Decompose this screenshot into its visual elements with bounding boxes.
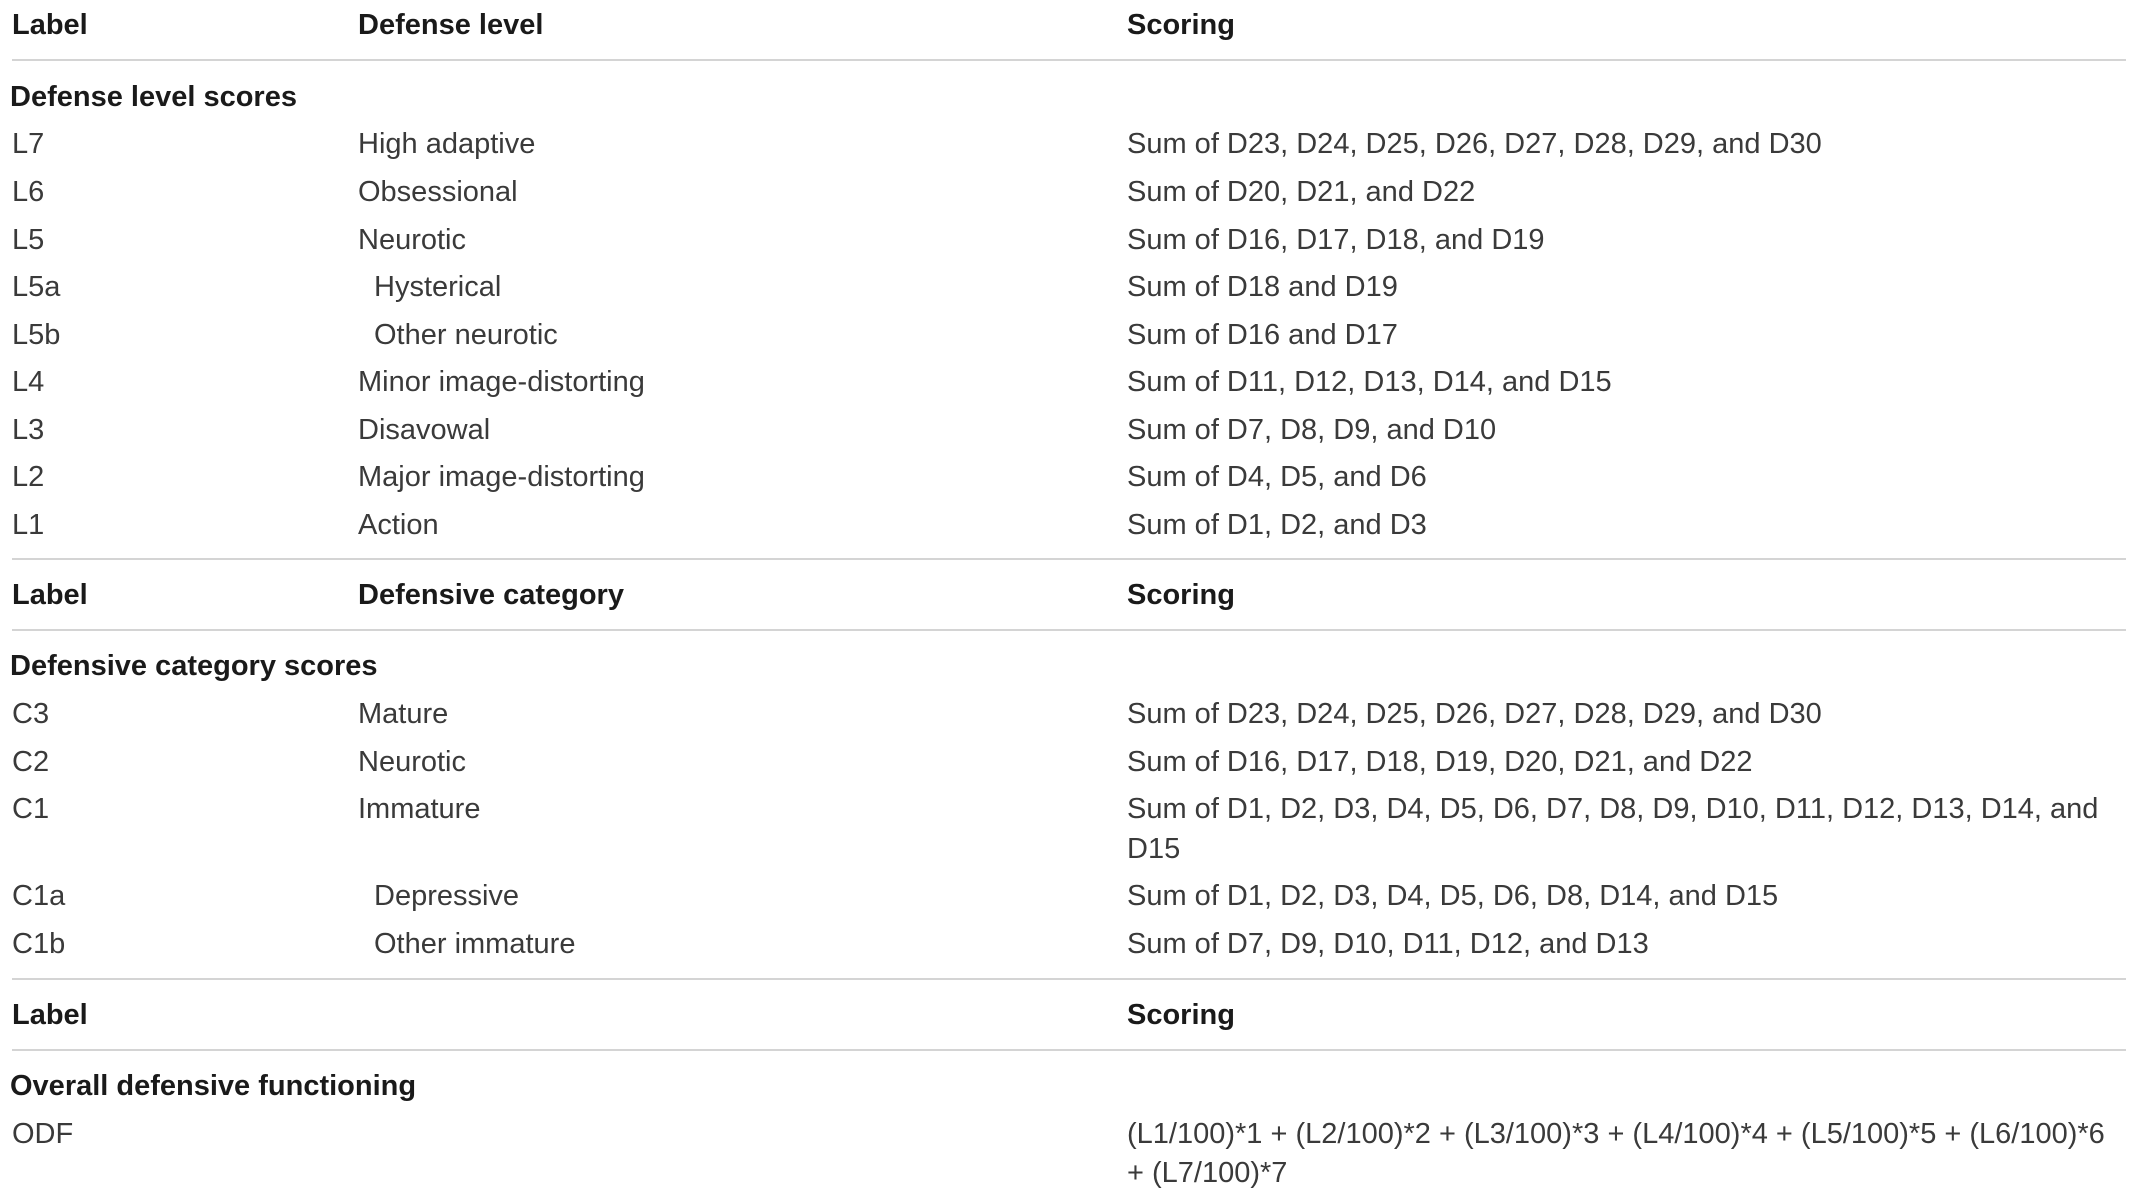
- table1-bottom-rule: [12, 558, 2126, 560]
- row-scoring: Sum of D16, D17, D18, D19, D20, D21, and…: [1127, 746, 1753, 778]
- row-label: L7: [12, 128, 45, 160]
- row-scoring: Sum of D4, D5, and D6: [1127, 461, 1427, 493]
- table2-header-label: Label: [12, 579, 88, 611]
- section-title-overall-defensive-functioning: Overall defensive functioning: [10, 1070, 417, 1102]
- row-scoring: Sum of D1, D2, and D3: [1127, 509, 1427, 541]
- section-title-defensive-category-scores: Defensive category scores: [10, 650, 378, 682]
- table3-header-label: Label: [12, 999, 88, 1031]
- row-scoring-line-1: (L1/100)*1 + (L2/100)*2 + (L3/100)*3 + (…: [1127, 1118, 2105, 1150]
- row-label: L3: [12, 414, 45, 446]
- row-scoring-line-2: D15: [1127, 833, 1181, 865]
- row-scoring: Sum of D11, D12, D13, D14, and D15: [1127, 366, 1612, 398]
- row-scoring: Sum of D23, D24, D25, D26, D27, D28, D29…: [1127, 698, 1822, 730]
- row-name: Obsessional: [358, 176, 518, 208]
- row-label: L4: [12, 366, 45, 398]
- section-title-defense-level-scores: Defense level scores: [10, 81, 297, 113]
- row-name: Mature: [358, 698, 449, 730]
- row-label: C1a: [12, 880, 66, 912]
- table3-header-scoring: Scoring: [1127, 999, 1235, 1031]
- row-scoring: Sum of D7, D8, D9, and D10: [1127, 414, 1497, 446]
- table2-header-rule: [12, 629, 2126, 631]
- row-label: C1: [12, 793, 50, 825]
- row-label: L5b: [12, 319, 61, 351]
- row-label: C1b: [12, 928, 66, 960]
- row-name: Major image-distorting: [358, 461, 645, 493]
- row-name: Other neurotic: [374, 319, 558, 351]
- table2-bottom-rule: [12, 978, 2126, 980]
- table1-header-rule: [12, 59, 2126, 61]
- row-scoring: Sum of D23, D24, D25, D26, D27, D28, D29…: [1127, 128, 1822, 160]
- row-scoring: Sum of D18 and D19: [1127, 271, 1398, 303]
- row-scoring: Sum of D16 and D17: [1127, 319, 1398, 351]
- row-label: L5: [12, 224, 45, 256]
- row-label: C3: [12, 698, 50, 730]
- row-scoring: Sum of D7, D9, D10, D11, D12, and D13: [1127, 928, 1649, 960]
- row-scoring: Sum of D20, D21, and D22: [1127, 176, 1476, 208]
- row-name: Immature: [358, 793, 481, 825]
- table1-header-scoring: Scoring: [1127, 9, 1235, 41]
- row-scoring: Sum of D1, D2, D3, D4, D5, D6, D8, D14, …: [1127, 880, 1779, 912]
- row-scoring-line-2: + (L7/100)*7: [1127, 1157, 1288, 1189]
- table2-header-scoring: Scoring: [1127, 579, 1235, 611]
- row-name: Neurotic: [358, 746, 466, 778]
- row-name: Action: [358, 509, 439, 541]
- row-scoring: Sum of D16, D17, D18, and D19: [1127, 224, 1545, 256]
- row-label: L6: [12, 176, 45, 208]
- row-label: C2: [12, 746, 50, 778]
- row-name: Other immature: [374, 928, 576, 960]
- row-name: Disavowal: [358, 414, 491, 446]
- table1-header-label: Label: [12, 9, 88, 41]
- row-name: Hysterical: [374, 271, 502, 303]
- row-name: Depressive: [374, 880, 520, 912]
- row-scoring-line-1: Sum of D1, D2, D3, D4, D5, D6, D7, D8, D…: [1127, 793, 2099, 825]
- row-label: L1: [12, 509, 45, 541]
- table1-header-defense-level: Defense level: [358, 9, 544, 41]
- row-label: L5a: [12, 271, 61, 303]
- row-label: L2: [12, 461, 45, 493]
- row-name: Neurotic: [358, 224, 466, 256]
- table2-header-defensive-category: Defensive category: [358, 579, 624, 611]
- table3-header-rule: [12, 1049, 2126, 1051]
- row-name: Minor image-distorting: [358, 366, 645, 398]
- row-label: ODF: [12, 1118, 74, 1150]
- row-name: High adaptive: [358, 128, 536, 160]
